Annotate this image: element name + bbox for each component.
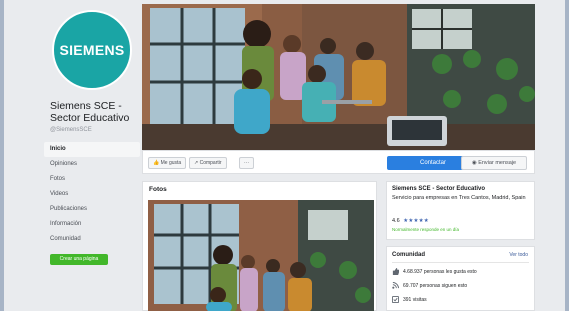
rss-follow-icon xyxy=(392,282,399,289)
follows-row: 69.707 personas siguen esto xyxy=(392,282,467,289)
community-card: Comunidad Ver todo 4.68.937 personas les… xyxy=(386,246,535,311)
facebook-page: SIEMENS Siemens SCE - Sector Educativo @… xyxy=(4,0,565,311)
like-label: Me gusta xyxy=(160,160,182,166)
rating-value: 4.6 xyxy=(392,218,400,224)
photos-card: Fotos xyxy=(142,181,377,311)
likes-row: 4.68.937 personas les gusta esto xyxy=(392,268,477,275)
more-options-button[interactable]: ··· xyxy=(239,157,254,169)
star-rating-icon: ★★★★★ xyxy=(403,218,429,224)
page-action-bar: 👍 Me gusta ↗ Compartir ··· Contactar ◉ E… xyxy=(142,150,535,174)
nav-item-informacion[interactable]: Información xyxy=(44,217,140,232)
featured-photo[interactable] xyxy=(148,200,374,311)
about-card: Siemens SCE - Sector Educativo Servicio … xyxy=(386,181,535,240)
visits-count: 391 visitas xyxy=(403,296,427,303)
response-time: Normalmente responde en un día xyxy=(392,227,460,232)
check-in-icon xyxy=(392,296,399,303)
nav-item-fotos[interactable]: Fotos xyxy=(44,172,140,187)
left-sidebar: SIEMENS Siemens SCE - Sector Educativo @… xyxy=(44,0,140,311)
cover-photo[interactable] xyxy=(142,4,535,150)
thumbs-up-icon: 👍 xyxy=(153,160,161,166)
nav-item-videos[interactable]: Videos xyxy=(44,187,140,202)
send-message-button[interactable]: ◉ Enviar mensaje xyxy=(461,156,527,170)
about-category: Servicio para empresas en Tres Cantos, M… xyxy=(392,195,526,201)
like-button[interactable]: 👍 Me gusta xyxy=(148,157,187,169)
community-heading: Comunidad xyxy=(392,252,425,258)
nav-item-publicaciones[interactable]: Publicaciones xyxy=(44,202,140,217)
photo-image xyxy=(148,200,374,311)
share-button[interactable]: ↗ Compartir xyxy=(189,157,227,169)
follows-count: 69.707 personas siguen esto xyxy=(403,282,468,289)
cover-image xyxy=(142,4,535,150)
page-name[interactable]: Siemens SCE - Sector Educativo xyxy=(50,100,140,124)
nav-item-opiniones[interactable]: Opiniones xyxy=(44,157,140,172)
send-message-label: Enviar mensaje xyxy=(478,160,517,166)
about-title[interactable]: Siemens SCE - Sector Educativo xyxy=(392,186,485,192)
thumbs-up-icon xyxy=(392,268,399,275)
create-page-button[interactable]: Crear una página xyxy=(50,254,108,265)
page-nav: Inicio Opiniones Fotos Videos Publicacio… xyxy=(44,142,140,247)
divider xyxy=(392,262,529,263)
nav-item-comunidad[interactable]: Comunidad xyxy=(44,232,140,247)
rating[interactable]: 4.6 ★★★★★ xyxy=(392,218,429,224)
profile-picture[interactable]: SIEMENS xyxy=(52,10,132,90)
likes-count: 4.68.937 personas les gusta esto xyxy=(403,268,477,275)
siemens-logo: SIEMENS xyxy=(59,42,125,58)
share-label: Compartir xyxy=(199,160,222,166)
visits-row: 391 visitas xyxy=(392,296,427,303)
nav-item-inicio[interactable]: Inicio xyxy=(44,142,140,157)
photos-heading[interactable]: Fotos xyxy=(149,186,167,193)
see-all-link[interactable]: Ver todo xyxy=(509,252,528,258)
page-handle[interactable]: @SiemensSCE xyxy=(50,127,92,133)
